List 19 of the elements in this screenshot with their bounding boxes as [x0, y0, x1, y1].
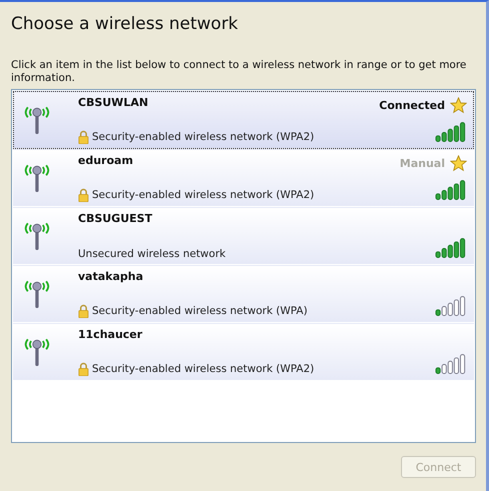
security-text: Security-enabled wireless network (WPA2)	[92, 189, 314, 201]
network-name: CBSUWLAN	[78, 96, 150, 109]
dialog-title: Choose a wireless network	[11, 14, 240, 36]
network-item[interactable]: CBSUGUEST Unsecured wireless network	[13, 207, 474, 265]
network-item[interactable]: 11chaucer Security-enabled wireless network (WPA2)	[13, 323, 474, 381]
network-item[interactable]: vatakapha Security-enabled wireless network (WPA)	[13, 265, 474, 323]
security-text: Security-enabled wireless network (WPA2)	[92, 131, 314, 143]
connection-status: Manual	[400, 156, 445, 170]
network-name: eduroam	[78, 154, 134, 167]
network-name: vatakapha	[78, 270, 144, 283]
network-name: 11chaucer	[78, 328, 144, 341]
network-name: CBSUGUEST	[78, 212, 154, 225]
security-text: Security-enabled wireless network (WPA)	[92, 305, 308, 317]
instructions-text: Click an item in the list below to connect to a wireless network in range or to get more information.	[11, 59, 468, 85]
security-text: Unsecured wireless network	[78, 248, 226, 260]
security-text: Security-enabled wireless network (WPA2)	[92, 363, 314, 375]
network-item[interactable]: CBSUWLAN Security-enabled wireless network (WPA2) Connected	[13, 91, 474, 149]
connection-status: Connected	[379, 98, 445, 112]
network-item[interactable]: eduroam Security-enabled wireless network (WPA2) Manual	[13, 149, 474, 207]
